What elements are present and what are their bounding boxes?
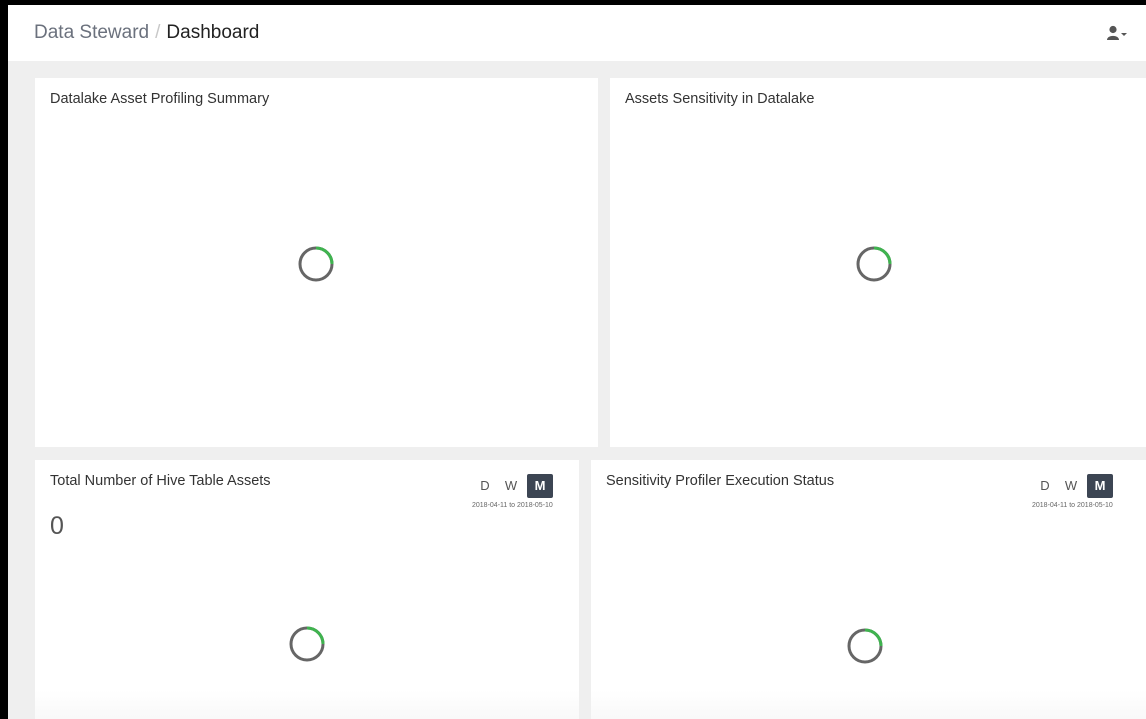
loading-spinner-icon bbox=[289, 626, 325, 662]
period-selector: D W M bbox=[1032, 474, 1132, 498]
date-range-label: 2018-04-11 to 2018-05-10 bbox=[1032, 502, 1113, 509]
card-title: Total Number of Hive Table Assets bbox=[50, 473, 271, 489]
card-title: Datalake Asset Profiling Summary bbox=[50, 91, 270, 107]
card-profiler-execution-status: Sensitivity Profiler Execution Status D … bbox=[591, 460, 1146, 719]
user-menu-button[interactable] bbox=[1106, 24, 1132, 44]
card-assets-sensitivity: Assets Sensitivity in Datalake bbox=[610, 78, 1146, 447]
loading-spinner-icon bbox=[298, 246, 334, 282]
period-month-button[interactable]: M bbox=[1087, 474, 1113, 498]
card-profiling-summary: Datalake Asset Profiling Summary bbox=[35, 78, 598, 447]
app-window: Data Steward / Dashboard Datalake Asset Pr… bbox=[8, 5, 1146, 719]
caret-down-icon bbox=[1121, 33, 1127, 36]
breadcrumb: Data Steward / Dashboard bbox=[34, 21, 259, 45]
hive-assets-count: 0 bbox=[50, 512, 64, 540]
card-title: Assets Sensitivity in Datalake bbox=[625, 91, 815, 107]
card-hive-table-assets: Total Number of Hive Table Assets 0 D W … bbox=[35, 460, 579, 719]
period-day-button[interactable]: D bbox=[472, 474, 498, 498]
breadcrumb-separator: / bbox=[155, 22, 161, 43]
loading-spinner-icon bbox=[856, 246, 892, 282]
card-bottom-fade bbox=[35, 690, 579, 719]
period-week-button[interactable]: W bbox=[1058, 474, 1084, 498]
card-title: Sensitivity Profiler Execution Status bbox=[606, 473, 835, 489]
date-range-label: 2018-04-11 to 2018-05-10 bbox=[472, 502, 553, 509]
period-month-button[interactable]: M bbox=[527, 474, 553, 498]
period-day-button[interactable]: D bbox=[1032, 474, 1058, 498]
breadcrumb-current-page: Dashboard bbox=[166, 22, 260, 43]
period-week-button[interactable]: W bbox=[498, 474, 524, 498]
period-selector: D W M bbox=[472, 474, 572, 498]
breadcrumb-data-steward-link[interactable]: Data Steward bbox=[34, 22, 149, 43]
loading-spinner-icon bbox=[847, 628, 883, 664]
top-header: Data Steward / Dashboard bbox=[8, 5, 1146, 61]
card-bottom-fade bbox=[591, 690, 1146, 719]
